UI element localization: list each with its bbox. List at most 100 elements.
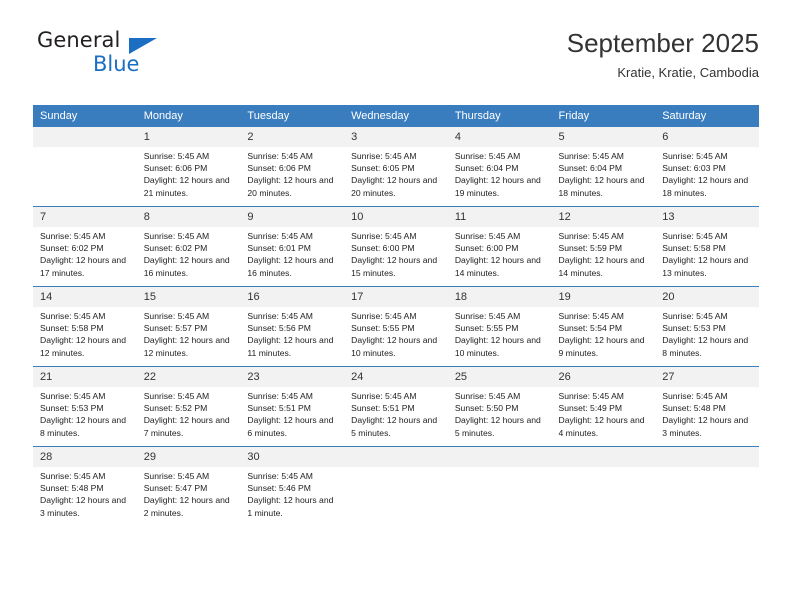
sunset-text: Sunset: 6:04 PM (454, 163, 519, 174)
day-details: Sunrise: 5:45 AM Sunset: 6:05 PM Daylight:… (344, 147, 448, 199)
calendar-day-cell[interactable]: 23 Sunrise: 5:45 AM Sunset: 5:51 PM Dayligh… (240, 366, 345, 447)
sunset-text: Sunset: 5:47 PM (143, 483, 208, 494)
day-details: Sunrise: 5:45 AM Sunset: 5:53 PM Daylight:… (655, 307, 759, 359)
day-number: 24 (344, 367, 448, 387)
sunset-text: Sunset: 5:54 PM (558, 323, 623, 334)
day-number: 13 (655, 207, 759, 227)
calendar-day-cell[interactable]: 24 Sunrise: 5:45 AM Sunset: 5:51 PM Dayligh… (344, 366, 448, 447)
sunrise-text: Sunrise: 5:45 AM (454, 391, 521, 401)
day-number: 30 (240, 447, 345, 467)
calendar-day-cell[interactable]: 19 Sunrise: 5:45 AM Sunset: 5:54 PM Dayligh… (551, 286, 656, 367)
sunset-text: Sunset: 5:50 PM (454, 403, 519, 414)
sunset-text: Sunset: 6:02 PM (143, 243, 208, 254)
daylight-text: Daylight: 12 hours and 10 minutes. (454, 335, 541, 358)
page-header: General Blue September 2025 Kratie, Krat… (33, 26, 759, 96)
sunrise-text: Sunrise: 5:45 AM (558, 151, 624, 161)
day-number (551, 447, 656, 467)
calendar-day-cell[interactable]: 8 Sunrise: 5:45 AM Sunset: 6:02 PM Daylight… (136, 206, 241, 287)
daylight-text: Daylight: 12 hours and 13 minutes. (662, 255, 749, 278)
calendar-day-cell[interactable]: 9 Sunrise: 5:45 AM Sunset: 6:01 PM Daylight… (240, 206, 345, 287)
day-number: 12 (551, 207, 656, 227)
daylight-text: Daylight: 12 hours and 11 minutes. (247, 335, 334, 358)
calendar-day-cell[interactable]: 22 Sunrise: 5:45 AM Sunset: 5:52 PM Dayligh… (136, 366, 241, 447)
calendar-day-cell[interactable]: 4 Sunrise: 5:45 AM Sunset: 6:04 PM Daylight… (447, 127, 552, 207)
calendar-week-row: 28 Sunrise: 5:45 AM Sunset: 5:48 PM Dayligh… (33, 446, 759, 526)
sunset-text: Sunset: 5:53 PM (662, 323, 726, 334)
calendar-day-cell[interactable]: 18 Sunrise: 5:45 AM Sunset: 5:55 PM Dayligh… (447, 286, 552, 367)
daylight-text: Daylight: 12 hours and 4 minutes. (558, 415, 645, 438)
day-details: Sunrise: 5:45 AM Sunset: 6:00 PM Daylight:… (344, 227, 448, 279)
daylight-text: Daylight: 12 hours and 18 minutes. (558, 175, 645, 198)
daylight-text: Daylight: 12 hours and 17 minutes. (40, 255, 126, 278)
sunrise-text: Sunrise: 5:45 AM (40, 231, 106, 241)
daylight-text: Daylight: 12 hours and 3 minutes. (662, 415, 749, 438)
day-number: 7 (33, 207, 137, 227)
calendar-day-cell[interactable]: 14 Sunrise: 5:45 AM Sunset: 5:58 PM Dayligh… (33, 286, 137, 367)
sunset-text: Sunset: 5:52 PM (143, 403, 208, 414)
calendar-day-cell[interactable]: 27 Sunrise: 5:45 AM Sunset: 5:48 PM Dayligh… (655, 366, 759, 447)
calendar-day-cell[interactable]: 5 Sunrise: 5:45 AM Sunset: 6:04 PM Daylight… (551, 127, 656, 207)
sunset-text: Sunset: 6:06 PM (247, 163, 311, 174)
calendar-day-cell[interactable]: 2 Sunrise: 5:45 AM Sunset: 6:06 PM Daylight… (240, 127, 345, 207)
day-details: Sunrise: 5:45 AM Sunset: 5:48 PM Daylight:… (655, 387, 759, 439)
calendar-day-cell[interactable]: 28 Sunrise: 5:45 AM Sunset: 5:48 PM Dayligh… (33, 446, 137, 526)
calendar-day-cell[interactable]: 30 Sunrise: 5:45 AM Sunset: 5:46 PM Dayligh… (240, 446, 345, 526)
daylight-text: Daylight: 12 hours and 16 minutes. (143, 255, 230, 278)
calendar-day-cell[interactable]: 10 Sunrise: 5:45 AM Sunset: 6:00 PM Dayligh… (344, 206, 448, 287)
calendar-day-cell[interactable]: 17 Sunrise: 5:45 AM Sunset: 5:55 PM Dayligh… (344, 286, 448, 367)
page-title: September 2025 (566, 28, 759, 58)
calendar-day-cell[interactable]: 12 Sunrise: 5:45 AM Sunset: 5:59 PM Dayligh… (551, 206, 656, 287)
sunrise-text: Sunrise: 5:45 AM (247, 311, 313, 321)
weekday-header-sunday: Sunday (33, 105, 137, 127)
calendar-day-cell[interactable]: 25 Sunrise: 5:45 AM Sunset: 5:50 PM Dayligh… (447, 366, 552, 447)
calendar-day-cell[interactable]: 20 Sunrise: 5:45 AM Sunset: 5:53 PM Dayligh… (655, 286, 759, 367)
calendar-cell-empty (344, 446, 448, 526)
sunrise-text: Sunrise: 5:45 AM (247, 151, 313, 161)
calendar-day-cell[interactable]: 15 Sunrise: 5:45 AM Sunset: 5:57 PM Dayligh… (136, 286, 241, 367)
day-number: 1 (136, 127, 241, 147)
day-number (344, 447, 448, 467)
daylight-text: Daylight: 12 hours and 12 minutes. (143, 335, 230, 358)
day-number: 15 (136, 287, 241, 307)
day-number: 18 (447, 287, 552, 307)
day-details: Sunrise: 5:45 AM Sunset: 6:01 PM Daylight:… (240, 227, 344, 279)
day-details: Sunrise: 5:45 AM Sunset: 6:02 PM Daylight:… (137, 227, 241, 279)
sunrise-text: Sunrise: 5:45 AM (454, 311, 521, 321)
calendar-day-cell[interactable]: 6 Sunrise: 5:45 AM Sunset: 6:03 PM Daylight… (655, 127, 759, 207)
day-number: 26 (551, 367, 656, 387)
calendar-day-cell[interactable]: 21 Sunrise: 5:45 AM Sunset: 5:53 PM Dayligh… (33, 366, 137, 447)
day-number: 23 (240, 367, 345, 387)
sunset-text: Sunset: 5:46 PM (247, 483, 311, 494)
day-details: Sunrise: 5:45 AM Sunset: 5:50 PM Daylight:… (448, 387, 552, 439)
calendar-day-cell[interactable]: 29 Sunrise: 5:45 AM Sunset: 5:47 PM Dayligh… (136, 446, 241, 526)
day-details: Sunrise: 5:45 AM Sunset: 5:58 PM Daylight:… (655, 227, 759, 279)
calendar-day-cell[interactable]: 13 Sunrise: 5:45 AM Sunset: 5:58 PM Dayligh… (655, 206, 759, 287)
sunset-text: Sunset: 6:06 PM (143, 163, 208, 174)
day-number: 9 (240, 207, 345, 227)
calendar-day-cell[interactable]: 26 Sunrise: 5:45 AM Sunset: 5:49 PM Dayligh… (551, 366, 656, 447)
calendar-day-cell[interactable]: 7 Sunrise: 5:45 AM Sunset: 6:02 PM Daylight… (33, 206, 137, 287)
day-number: 20 (655, 287, 759, 307)
day-details: Sunrise: 5:45 AM Sunset: 5:51 PM Daylight:… (240, 387, 344, 439)
calendar-day-cell[interactable]: 11 Sunrise: 5:45 AM Sunset: 6:00 PM Dayligh… (447, 206, 552, 287)
day-details: Sunrise: 5:45 AM Sunset: 5:52 PM Daylight:… (137, 387, 241, 439)
daylight-text: Daylight: 12 hours and 5 minutes. (351, 415, 438, 438)
day-number: 29 (136, 447, 241, 467)
day-details: Sunrise: 5:45 AM Sunset: 6:06 PM Daylight:… (137, 147, 241, 199)
day-details: Sunrise: 5:45 AM Sunset: 6:04 PM Daylight:… (552, 147, 656, 199)
calendar-cell-empty (551, 446, 656, 526)
calendar-day-cell[interactable]: 3 Sunrise: 5:45 AM Sunset: 6:05 PM Daylight… (344, 127, 448, 207)
calendar-cell-empty (655, 446, 759, 526)
sunrise-text: Sunrise: 5:45 AM (558, 311, 624, 321)
calendar-day-cell[interactable]: 16 Sunrise: 5:45 AM Sunset: 5:56 PM Dayligh… (240, 286, 345, 367)
daylight-text: Daylight: 12 hours and 5 minutes. (454, 415, 541, 438)
day-number: 17 (344, 287, 448, 307)
sunrise-text: Sunrise: 5:45 AM (662, 151, 728, 161)
daylight-text: Daylight: 12 hours and 16 minutes. (247, 255, 334, 278)
day-number: 11 (447, 207, 552, 227)
calendar-day-cell[interactable]: 1 Sunrise: 5:45 AM Sunset: 6:06 PM Daylight… (136, 127, 241, 207)
weekday-header-wednesday: Wednesday (344, 105, 448, 127)
calendar-week-row: 7 Sunrise: 5:45 AM Sunset: 6:02 PM Daylight… (33, 206, 759, 287)
day-details: Sunrise: 5:45 AM Sunset: 5:54 PM Daylight:… (552, 307, 656, 359)
general-blue-logo[interactable]: General Blue (33, 26, 223, 88)
